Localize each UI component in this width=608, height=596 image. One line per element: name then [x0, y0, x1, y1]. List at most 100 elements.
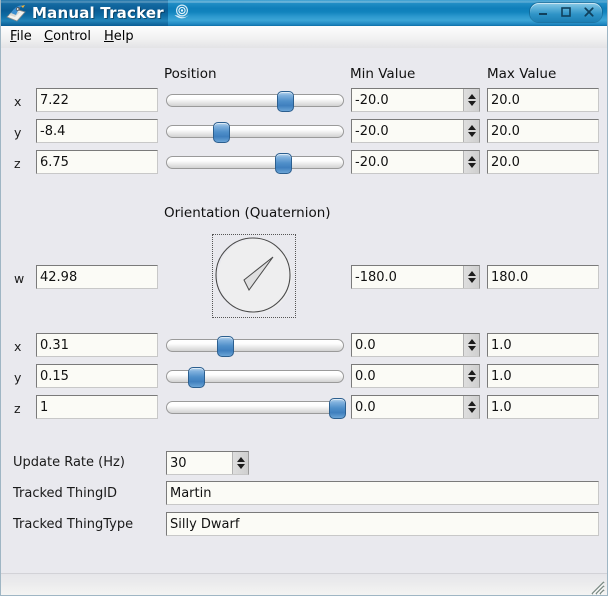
title-bar[interactable]: Manual Tracker	[0, 0, 608, 26]
stepper-up-icon[interactable]	[467, 271, 476, 277]
orientation-row-x-label: x	[14, 339, 22, 354]
position-x-slider-thumb[interactable]	[277, 91, 294, 112]
orientation-z-slider-thumb[interactable]	[329, 398, 346, 419]
orientation-row-z-label: z	[14, 401, 21, 416]
stepper-up-icon[interactable]	[467, 94, 476, 100]
update-rate-value[interactable]: 30	[167, 452, 232, 474]
orientation-w-min-spinner[interactable]: -180.0	[351, 265, 480, 289]
menu-control-mnemonic: C	[44, 29, 54, 44]
position-y-slider[interactable]	[166, 122, 344, 143]
position-z-slider[interactable]	[166, 153, 344, 174]
position-x-slider[interactable]	[166, 91, 344, 112]
swirl-icon	[172, 3, 192, 23]
position-y-slider-track	[166, 125, 344, 138]
stepper-down-icon[interactable]	[467, 376, 476, 382]
tracked-thing-type-field[interactable]: Silly Dwarf	[166, 512, 599, 536]
orientation-z-value-field[interactable]: 1	[36, 395, 158, 419]
update-rate-stepper[interactable]	[232, 452, 248, 474]
position-z-slider-thumb[interactable]	[275, 153, 292, 174]
orientation-x-min-value[interactable]: 0.0	[352, 334, 463, 356]
stepper-up-icon[interactable]	[467, 156, 476, 162]
orientation-x-slider[interactable]	[166, 336, 344, 357]
stepper-up-icon[interactable]	[467, 125, 476, 131]
menu-item-file[interactable]: File	[6, 28, 36, 46]
stepper-down-icon[interactable]	[236, 463, 245, 469]
orientation-y-slider-thumb[interactable]	[188, 367, 205, 388]
position-y-max-field[interactable]: 20.0	[487, 119, 599, 143]
orientation-z-min-spinner[interactable]: 0.0	[351, 395, 480, 419]
position-x-min-stepper[interactable]	[463, 89, 479, 111]
orientation-dial[interactable]	[212, 234, 296, 318]
maximize-button[interactable]	[555, 3, 577, 22]
orientation-x-min-stepper[interactable]	[463, 334, 479, 356]
menu-item-control[interactable]: Control	[40, 28, 95, 46]
position-y-min-spinner[interactable]: -20.0	[351, 119, 480, 143]
orientation-w-max-field[interactable]: 180.0	[487, 265, 599, 289]
close-button[interactable]	[578, 3, 600, 22]
orientation-z-min-value[interactable]: 0.0	[352, 396, 463, 418]
position-y-min-stepper[interactable]	[463, 120, 479, 142]
stepper-down-icon[interactable]	[467, 407, 476, 413]
position-x-slider-track	[166, 94, 344, 107]
stepper-down-icon[interactable]	[467, 162, 476, 168]
menu-file-rest: ile	[16, 29, 32, 44]
tracked-thing-id-field[interactable]: Martin	[166, 481, 599, 505]
status-bar	[0, 573, 608, 596]
orientation-z-slider[interactable]	[166, 398, 346, 419]
position-y-slider-thumb[interactable]	[213, 122, 230, 143]
menu-help-rest: elp	[113, 29, 134, 44]
menu-item-help[interactable]: Help	[100, 28, 138, 46]
orientation-y-min-value[interactable]: 0.0	[352, 365, 463, 387]
orientation-x-min-spinner[interactable]: 0.0	[351, 333, 480, 357]
orientation-y-value-field[interactable]: 0.15	[36, 364, 158, 388]
orientation-z-min-stepper[interactable]	[463, 396, 479, 418]
update-rate-label: Update Rate (Hz)	[13, 455, 125, 470]
stepper-down-icon[interactable]	[467, 345, 476, 351]
position-z-value-field[interactable]: 6.75	[36, 150, 158, 174]
orientation-z-max-field[interactable]: 1.0	[487, 395, 599, 419]
position-z-min-spinner[interactable]: -20.0	[351, 150, 480, 174]
position-y-min-value[interactable]: -20.0	[352, 120, 463, 142]
position-x-min-value[interactable]: -20.0	[352, 89, 463, 111]
stepper-up-icon[interactable]	[467, 339, 476, 345]
position-z-slider-track	[166, 156, 344, 169]
stepper-down-icon[interactable]	[467, 100, 476, 106]
orientation-z-slider-track	[166, 401, 344, 414]
position-row-x-label: x	[14, 94, 22, 109]
position-x-value-field[interactable]: 7.22	[36, 88, 158, 112]
position-z-min-stepper[interactable]	[463, 151, 479, 173]
orientation-x-value-field[interactable]: 0.31	[36, 333, 158, 357]
position-z-max-field[interactable]: 20.0	[487, 150, 599, 174]
orientation-w-min-value[interactable]: -180.0	[352, 266, 463, 288]
stepper-up-icon[interactable]	[236, 457, 245, 463]
orientation-y-max-field[interactable]: 1.0	[487, 364, 599, 388]
orientation-x-max-field[interactable]: 1.0	[487, 333, 599, 357]
menu-control-rest: ontrol	[53, 29, 91, 44]
header-min-value: Min Value	[350, 66, 416, 82]
orientation-y-min-spinner[interactable]: 0.0	[351, 364, 480, 388]
tracker-app-icon	[6, 4, 26, 22]
orientation-y-slider[interactable]	[166, 367, 344, 388]
minimize-button[interactable]	[532, 3, 554, 22]
resize-grip[interactable]	[589, 579, 605, 595]
orientation-row-w-label: w	[14, 271, 25, 286]
orientation-y-min-stepper[interactable]	[463, 365, 479, 387]
position-x-min-spinner[interactable]: -20.0	[351, 88, 480, 112]
orientation-x-slider-thumb[interactable]	[217, 336, 234, 357]
stepper-up-icon[interactable]	[467, 370, 476, 376]
position-y-value-field[interactable]: -8.4	[36, 119, 158, 143]
orientation-row-y-label: y	[14, 370, 22, 385]
orientation-w-value-field[interactable]: 42.98	[36, 265, 158, 289]
update-rate-spinner[interactable]: 30	[166, 451, 249, 475]
main-panel: Position Min Value Max Value x 7.22 -20.…	[0, 48, 608, 573]
orientation-w-min-stepper[interactable]	[463, 266, 479, 288]
position-row-z-label: z	[14, 156, 21, 171]
stepper-down-icon[interactable]	[467, 277, 476, 283]
position-z-min-value[interactable]: -20.0	[352, 151, 463, 173]
header-max-value: Max Value	[487, 66, 557, 82]
manual-tracker-window: Manual Tracker File Control Help Positio…	[0, 0, 608, 596]
position-x-max-field[interactable]: 20.0	[487, 88, 599, 112]
window-title: Manual Tracker	[32, 4, 164, 22]
stepper-up-icon[interactable]	[467, 401, 476, 407]
stepper-down-icon[interactable]	[467, 131, 476, 137]
